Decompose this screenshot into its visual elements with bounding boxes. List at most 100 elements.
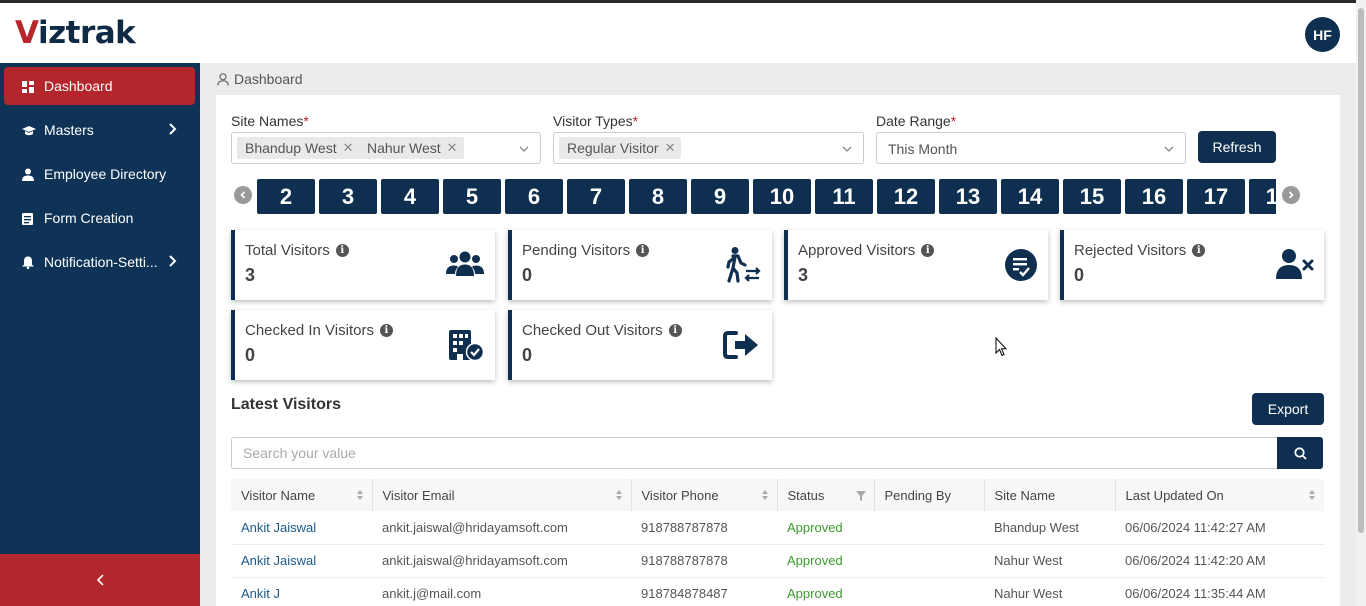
page-button-10[interactable]: 10 (753, 179, 811, 214)
sidebar-item-form-creation[interactable]: Form Creation (4, 199, 195, 237)
page-button-13[interactable]: 13 (939, 179, 997, 214)
page-scrollbar[interactable] (1356, 0, 1366, 606)
info-icon[interactable]: i (636, 244, 650, 257)
page-button-4[interactable]: 4 (381, 179, 439, 214)
site-name: Bhandup West (984, 511, 1115, 545)
sort-icon[interactable] (615, 489, 623, 501)
info-icon[interactable]: i (668, 324, 682, 337)
sort-icon[interactable] (356, 489, 364, 501)
search-button[interactable] (1277, 437, 1323, 469)
stat-total-visitors[interactable]: Total Visitors i 3 (231, 230, 495, 300)
user-icon (22, 168, 34, 181)
sidebar-item-label: Masters (44, 122, 94, 138)
sidebar-item-masters[interactable]: Masters (4, 111, 195, 149)
page-button-5[interactable]: 5 (443, 179, 501, 214)
pager-prev-button[interactable] (234, 186, 252, 204)
page-button-18[interactable]: 18 (1249, 179, 1276, 214)
export-button[interactable]: Export (1252, 393, 1324, 425)
pending-by (874, 511, 984, 545)
stat-pending-visitors[interactable]: Pending Visitors i 0 (508, 230, 772, 300)
page-button-9[interactable]: 9 (691, 179, 749, 214)
viztrak-logo[interactable]: Viztrak (15, 15, 136, 51)
info-icon[interactable]: i (1192, 244, 1206, 257)
visitor-name-link[interactable]: Ankit Jaiswal (231, 511, 372, 545)
chip-remove-icon[interactable]: ✕ (343, 140, 354, 156)
stat-value: 0 (245, 345, 256, 365)
page-button-17[interactable]: 17 (1187, 179, 1245, 214)
user-avatar[interactable]: HF (1305, 17, 1340, 52)
table-row: Ankit Jaiswal ankit.jaiswal@hridayamsoft… (231, 511, 1324, 545)
chip-remove-icon[interactable]: ✕ (447, 140, 458, 156)
sidebar: Dashboard Masters Employee Directory For… (0, 63, 200, 606)
col-pending-by[interactable]: Pending By (874, 479, 985, 511)
last-updated-on: 06/06/2024 11:42:20 AM (1115, 544, 1324, 578)
date-range-select[interactable]: This Month (876, 132, 1186, 164)
visitor-status: Approved (777, 544, 874, 578)
visitor-name-link[interactable]: Ankit J (231, 577, 372, 606)
sidebar-item-dashboard[interactable]: Dashboard (4, 67, 195, 105)
walking-person-icon (722, 246, 762, 284)
col-visitor-name[interactable]: Visitor Name (231, 479, 373, 511)
stat-title: Pending Visitors i (522, 242, 650, 259)
sort-icon[interactable] (1308, 489, 1316, 501)
page-button-6[interactable]: 6 (505, 179, 563, 214)
info-icon[interactable]: i (921, 244, 935, 257)
page-button-11[interactable]: 11 (815, 179, 873, 214)
chevron-left-icon (96, 574, 104, 586)
info-icon[interactable]: i (335, 244, 349, 257)
page-button-14[interactable]: 14 (1001, 179, 1059, 214)
page-button-8[interactable]: 8 (629, 179, 687, 214)
sidebar-item-employee-directory[interactable]: Employee Directory (4, 155, 195, 193)
sidebar-item-label: Dashboard (44, 78, 113, 94)
col-visitor-email[interactable]: Visitor Email (372, 479, 632, 511)
latest-visitors-table: Visitor Name Visitor Email Visitor Phone… (231, 479, 1324, 606)
stat-title: Checked In Visitors i (245, 322, 393, 339)
sidebar-item-notification-settings[interactable]: Notification-Setti... (4, 243, 195, 281)
visitor-phone: 918788787878 (631, 511, 777, 545)
scrollbar-thumb[interactable] (1358, 8, 1364, 533)
page-button-7[interactable]: 7 (567, 179, 625, 214)
page-button-15[interactable]: 15 (1063, 179, 1121, 214)
breadcrumb: Dashboard (217, 71, 303, 87)
col-site-name[interactable]: Site Name (984, 479, 1116, 511)
stat-title: Rejected Visitors i (1074, 242, 1206, 259)
site-names-select[interactable]: Bhandup West ✕ Nahur West ✕ (231, 132, 541, 164)
filter-icon[interactable] (855, 489, 866, 501)
info-icon[interactable]: i (379, 324, 393, 337)
refresh-button[interactable]: Refresh (1198, 131, 1276, 163)
stat-value: 0 (522, 345, 533, 365)
stat-rejected-visitors[interactable]: Rejected Visitors i 0 (1060, 230, 1324, 300)
visitor-name-link[interactable]: Ankit Jaiswal (231, 544, 372, 578)
dashboard-icon (22, 80, 34, 93)
users-group-icon (445, 246, 485, 284)
pager-next-button[interactable] (1282, 186, 1300, 204)
building-check-icon (445, 326, 485, 364)
page-button-16[interactable]: 16 (1125, 179, 1183, 214)
stat-checked-out-visitors[interactable]: Checked Out Visitors i 0 (508, 310, 772, 380)
page-button-12[interactable]: 12 (877, 179, 935, 214)
stat-checked-in-visitors[interactable]: Checked In Visitors i 0 (231, 310, 495, 380)
stat-title: Approved Visitors i (798, 242, 935, 259)
sidebar-item-label: Notification-Setti... (44, 254, 158, 270)
pending-by (874, 577, 984, 606)
visitor-search-input[interactable] (231, 437, 1278, 469)
col-status[interactable]: Status (777, 479, 875, 511)
table-row: Ankit Jaiswal ankit.jaiswal@hridayamsoft… (231, 544, 1324, 578)
bell-icon (22, 256, 34, 270)
col-visitor-phone[interactable]: Visitor Phone (631, 479, 778, 511)
chip-remove-icon[interactable]: ✕ (665, 140, 676, 156)
page-button-3[interactable]: 3 (319, 179, 377, 214)
chevron-right-icon (1288, 191, 1294, 199)
app-header: Viztrak HF (0, 3, 1356, 63)
sidebar-collapse-button[interactable] (0, 554, 200, 606)
sort-icon[interactable] (761, 489, 769, 501)
page-button-2[interactable]: 2 (257, 179, 315, 214)
visitor-status: Approved (777, 511, 874, 545)
stat-approved-visitors[interactable]: Approved Visitors i 3 (784, 230, 1048, 300)
visitor-types-select[interactable]: Regular Visitor ✕ (553, 132, 864, 164)
chevron-down-icon (841, 142, 853, 154)
stat-value: 0 (522, 265, 533, 285)
user-icon (217, 72, 229, 86)
dashboard-card: Site Names* Bhandup West ✕ Nahur West ✕ Vi… (216, 95, 1340, 606)
col-last-updated-on[interactable]: Last Updated On (1115, 479, 1324, 511)
